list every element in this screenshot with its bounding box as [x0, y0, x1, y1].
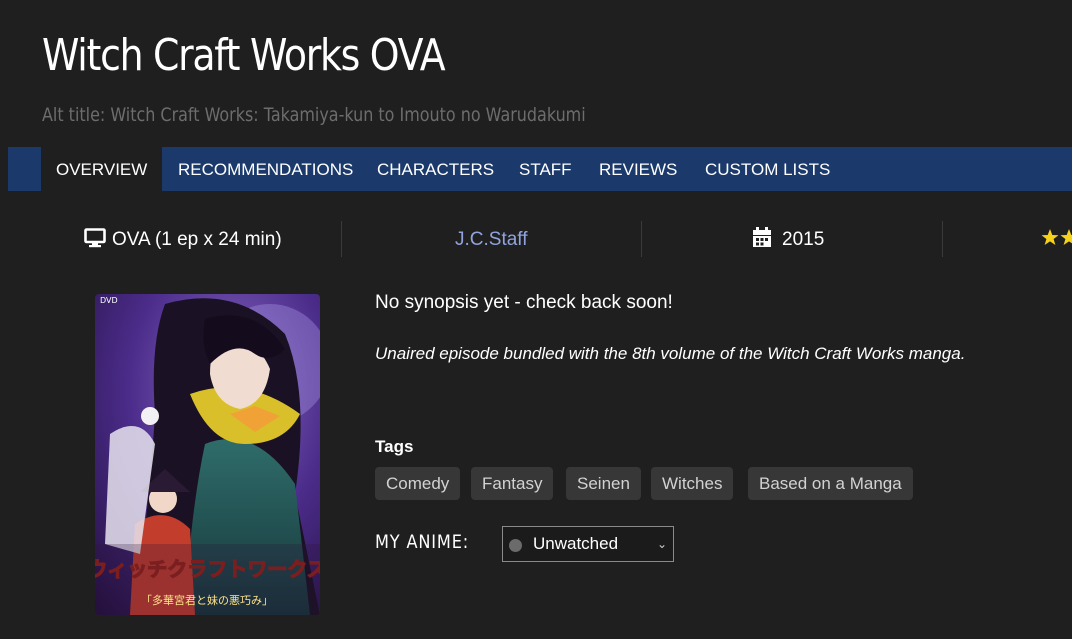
tab-custom-lists[interactable]: CUSTOM LISTS	[705, 147, 830, 191]
poster-subtitle: 「多華宮君と妹の悪巧み」	[141, 593, 273, 607]
calendar-icon	[753, 227, 771, 247]
rating-info	[1041, 220, 1072, 260]
poster-logo: ウィッチクラフトワークス	[95, 557, 320, 581]
chevron-down-icon: ⌄	[656, 537, 667, 551]
monitor-icon	[84, 228, 106, 248]
divider	[942, 221, 943, 257]
status-dot-icon	[509, 539, 522, 552]
page-title: Witch Craft Works OVA	[42, 30, 446, 81]
dvd-label: DVD	[100, 296, 118, 305]
year-label: 2015	[782, 229, 825, 250]
watch-status-select[interactable]: Unwatched ⌄	[502, 526, 674, 562]
tags-label: Tags	[375, 437, 414, 456]
stars-icon	[1041, 229, 1072, 245]
poster-image: DVD ウィッチクラフトワークス 「多華宮君と妹の悪巧み」	[95, 294, 320, 615]
synopsis: No synopsis yet - check back soon!	[375, 292, 673, 313]
alt-title: Alt title: Witch Craft Works: Takamiya-k…	[42, 104, 586, 126]
tag-comedy[interactable]: Comedy	[375, 467, 461, 500]
divider	[641, 221, 642, 257]
divider	[341, 221, 342, 257]
anime-page: Witch Craft Works OVA Alt title: Witch C…	[0, 0, 1072, 639]
type-label: OVA (1 ep x 24 min)	[112, 229, 282, 250]
studio-link[interactable]: J.C.Staff	[455, 229, 528, 250]
episode-note: Unaired episode bundled with the 8th vol…	[375, 344, 966, 363]
tab-overview[interactable]: OVERVIEW	[41, 147, 163, 191]
tab-characters[interactable]: CHARACTERS	[377, 147, 494, 191]
tab-reviews[interactable]: REVIEWS	[599, 147, 677, 191]
tag-seinen[interactable]: Seinen	[566, 467, 641, 500]
tag-fantasy[interactable]: Fantasy	[471, 467, 554, 500]
info-row: OVA (1 ep x 24 min) J.C.Staff 2015	[0, 220, 1072, 260]
tab-recommendations[interactable]: RECOMMENDATIONS	[178, 147, 353, 191]
nav-bar: OVERVIEW RECOMMENDATIONS CHARACTERS STAF…	[8, 147, 1072, 191]
type-info: OVA (1 ep x 24 min)	[84, 220, 282, 260]
status-value: Unwatched	[533, 534, 619, 553]
tab-staff[interactable]: STAFF	[519, 147, 572, 191]
my-anime-label: MY ANIME:	[375, 531, 470, 553]
year-info: 2015	[752, 220, 824, 260]
tag-witches[interactable]: Witches	[651, 467, 734, 500]
studio-info: J.C.Staff	[455, 220, 528, 260]
tag-based-on-a-manga[interactable]: Based on a Manga	[748, 467, 913, 500]
